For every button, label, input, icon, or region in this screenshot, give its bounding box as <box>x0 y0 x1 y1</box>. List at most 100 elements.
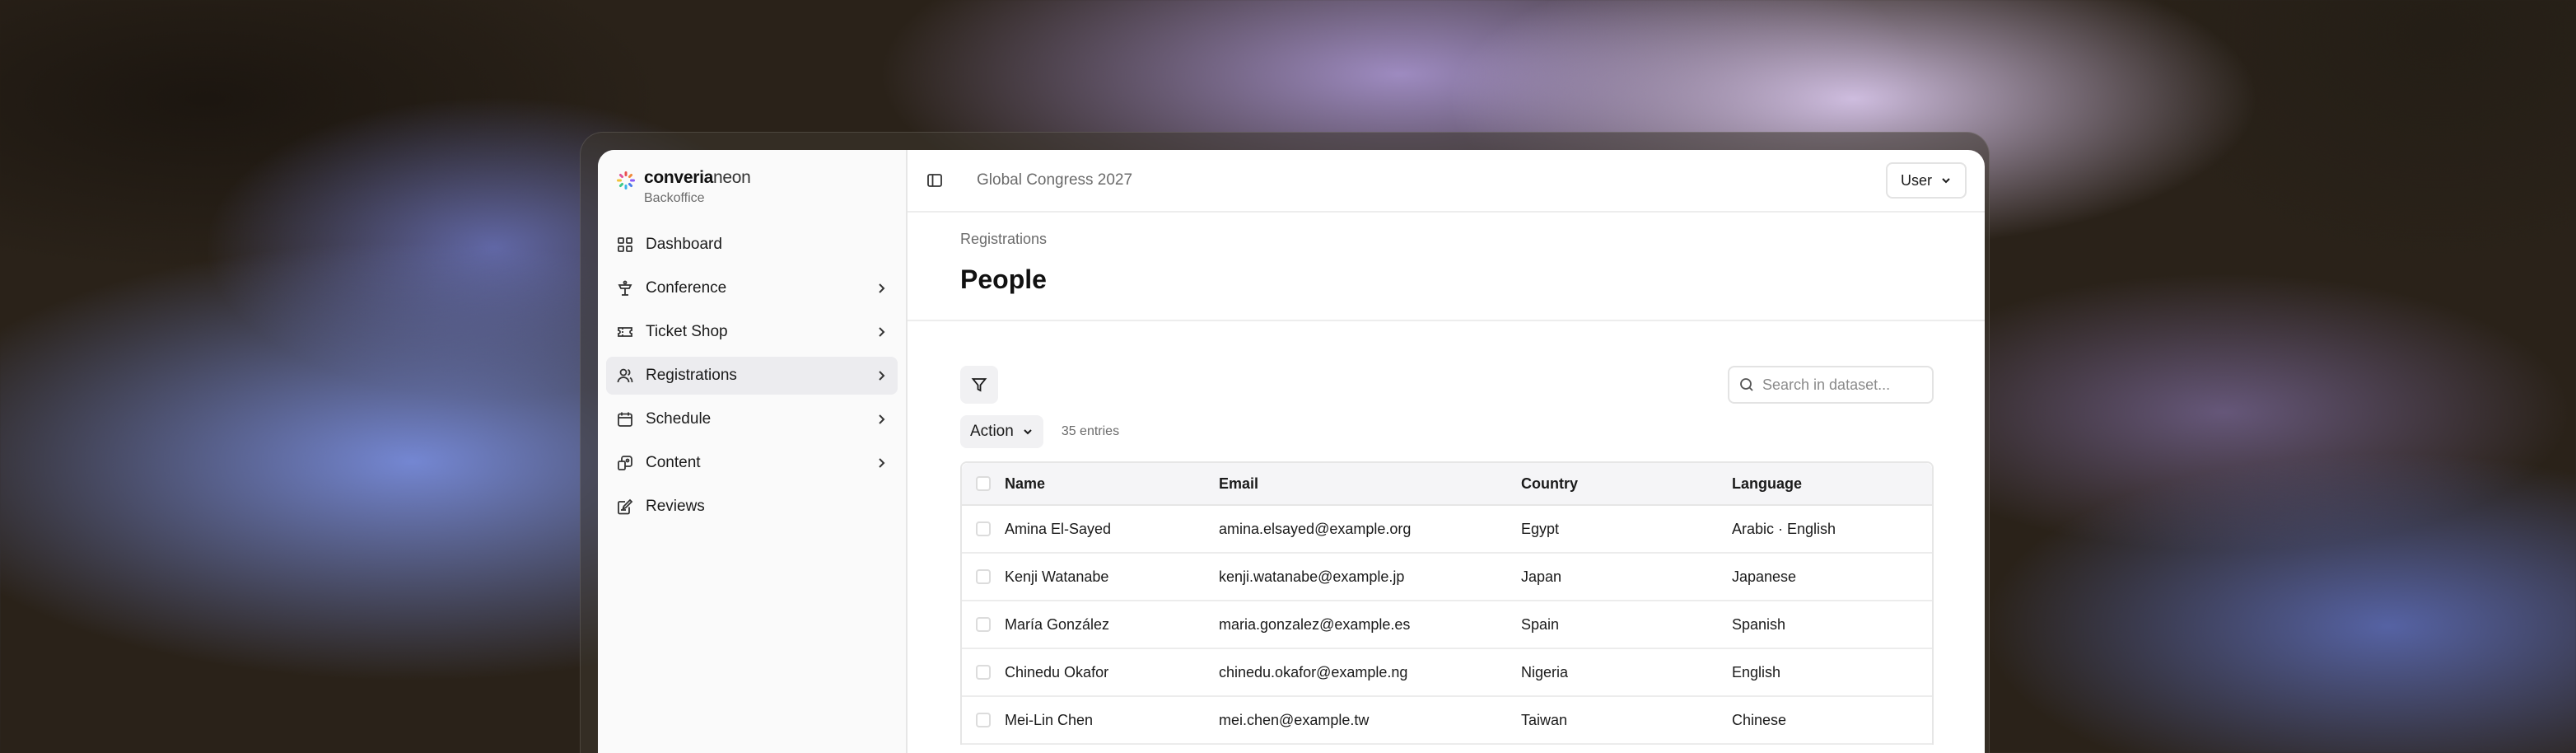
header-checkbox-cell <box>962 476 1005 491</box>
column-header-country[interactable]: Country <box>1521 475 1732 493</box>
chevron-down-icon <box>1942 178 1950 184</box>
filter-button[interactable] <box>960 366 998 404</box>
chevron-right-icon <box>875 369 888 382</box>
cell-country: Spain <box>1521 615 1560 633</box>
sidebar-nav: Dashboard Conference Ticket Shop Registr… <box>606 226 898 526</box>
sidebar-item-label: Reviews <box>646 498 705 515</box>
sidebar-item-reviews[interactable]: Reviews <box>606 488 898 526</box>
ticket-icon <box>616 323 634 341</box>
sidebar-item-registrations[interactable]: Registrations <box>606 357 898 395</box>
user-menu-button[interactable]: User <box>1885 162 1967 199</box>
cell-name: Kenji Watanabe <box>1005 568 1109 585</box>
podium-icon <box>616 279 634 297</box>
filter-icon <box>971 378 987 392</box>
content: Action 35 entries Name Email Country Lan… <box>908 321 1985 745</box>
calendar-icon <box>616 410 634 428</box>
action-label: Action <box>970 423 1014 440</box>
chevron-down-icon <box>1024 429 1032 435</box>
cell-language: Arabic · English <box>1732 520 1836 537</box>
column-header-name[interactable]: Name <box>1005 475 1219 493</box>
row-checkbox-cell <box>962 521 1005 536</box>
page-header: Registrations People <box>908 213 1985 321</box>
cell-country: Japan <box>1521 568 1562 585</box>
people-table: Name Email Country Language Amina El-Say… <box>960 461 1934 745</box>
chevron-right-icon <box>875 325 888 339</box>
table-toolbar <box>960 366 1934 404</box>
brand-name: converianeon <box>644 168 751 188</box>
sidebar-item-ticket-shop[interactable]: Ticket Shop <box>606 313 898 351</box>
review-icon <box>616 498 634 516</box>
sidebar-item-label: Registrations <box>646 367 737 384</box>
cell-email: kenji.watanabe@example.jp <box>1219 568 1405 585</box>
entries-count: 35 entries <box>1061 424 1120 438</box>
cell-email: maria.gonzalez@example.es <box>1219 615 1411 633</box>
row-checkbox-cell <box>962 569 1005 584</box>
app-window: converianeon Backoffice Dashboard Confer… <box>598 150 1985 753</box>
row-checkbox-cell <box>962 617 1005 632</box>
table-header: Name Email Country Language <box>962 463 1932 506</box>
row-checkbox-cell <box>962 665 1005 680</box>
grid-icon <box>616 236 634 254</box>
project-name: Global Congress 2027 <box>977 171 1133 189</box>
search-icon <box>1740 378 1753 391</box>
table-row[interactable]: Mei-Lin Chen mei.chen@example.tw Taiwan … <box>962 697 1932 745</box>
sidebar-toggle-icon[interactable] <box>926 171 944 189</box>
sidebar-item-label: Content <box>646 454 701 471</box>
sidebar-item-schedule[interactable]: Schedule <box>606 400 898 438</box>
content-icon <box>616 454 634 472</box>
users-icon <box>616 367 634 385</box>
search-input[interactable] <box>1762 376 1919 394</box>
cell-language: Chinese <box>1732 711 1787 728</box>
brand-subtitle: Backoffice <box>644 191 705 205</box>
cell-language: English <box>1732 663 1781 681</box>
cell-email: chinedu.okafor@example.ng <box>1219 663 1408 681</box>
table-row[interactable]: Kenji Watanabe kenji.watanabe@example.jp… <box>962 554 1932 601</box>
cell-name: Amina El-Sayed <box>1005 520 1112 537</box>
table-row[interactable]: María González maria.gonzalez@example.es… <box>962 601 1932 649</box>
sidebar: converianeon Backoffice Dashboard Confer… <box>598 150 908 753</box>
cell-name: María González <box>1005 615 1110 633</box>
action-dropdown-button[interactable]: Action <box>960 415 1043 448</box>
column-header-email[interactable]: Email <box>1219 475 1521 493</box>
cell-language: Spanish <box>1732 615 1786 633</box>
cell-country: Nigeria <box>1521 663 1569 681</box>
cell-name: Mei-Lin Chen <box>1005 711 1094 728</box>
table-row[interactable]: Chinedu Okafor chinedu.okafor@example.ng… <box>962 649 1932 697</box>
topbar: Global Congress 2027 User <box>908 150 1985 213</box>
sidebar-item-content[interactable]: Content <box>606 444 898 482</box>
sidebar-item-label: Dashboard <box>646 236 722 253</box>
select-all-checkbox[interactable] <box>976 476 991 491</box>
cell-email: mei.chen@example.tw <box>1219 711 1370 728</box>
breadcrumb[interactable]: Registrations <box>960 231 1932 248</box>
cell-country: Taiwan <box>1521 711 1568 728</box>
column-header-language[interactable]: Language <box>1732 475 1932 493</box>
sidebar-item-label: Conference <box>646 279 727 297</box>
sidebar-item-label: Ticket Shop <box>646 323 728 340</box>
brand-name-light: neon <box>712 168 751 187</box>
row-checkbox[interactable] <box>976 569 991 584</box>
search-box[interactable] <box>1728 366 1934 404</box>
row-checkbox[interactable] <box>976 665 991 680</box>
page-title: People <box>960 264 1047 294</box>
main-area: Global Congress 2027 User Registrations … <box>908 150 1985 753</box>
brand-name-bold: converia <box>644 168 713 187</box>
row-checkbox[interactable] <box>976 617 991 632</box>
sidebar-item-label: Schedule <box>646 410 712 428</box>
chevron-right-icon <box>875 456 888 470</box>
chevron-right-icon <box>875 413 888 426</box>
cell-name: Chinedu Okafor <box>1005 663 1109 681</box>
cell-email: amina.elsayed@example.org <box>1219 520 1412 537</box>
cell-language: Japanese <box>1732 568 1797 585</box>
table-row[interactable]: Amina El-Sayed amina.elsayed@example.org… <box>962 506 1932 554</box>
converia-logo-icon <box>617 171 635 189</box>
chevron-right-icon <box>875 282 888 295</box>
user-menu-label: User <box>1900 171 1932 189</box>
cell-country: Egypt <box>1521 520 1560 537</box>
row-checkbox[interactable] <box>976 713 991 727</box>
action-row: Action 35 entries <box>960 415 1934 448</box>
row-checkbox[interactable] <box>976 521 991 536</box>
sidebar-item-dashboard[interactable]: Dashboard <box>606 226 898 264</box>
row-checkbox-cell <box>962 713 1005 727</box>
sidebar-item-conference[interactable]: Conference <box>606 269 898 307</box>
brand[interactable]: converianeon Backoffice <box>606 161 898 216</box>
